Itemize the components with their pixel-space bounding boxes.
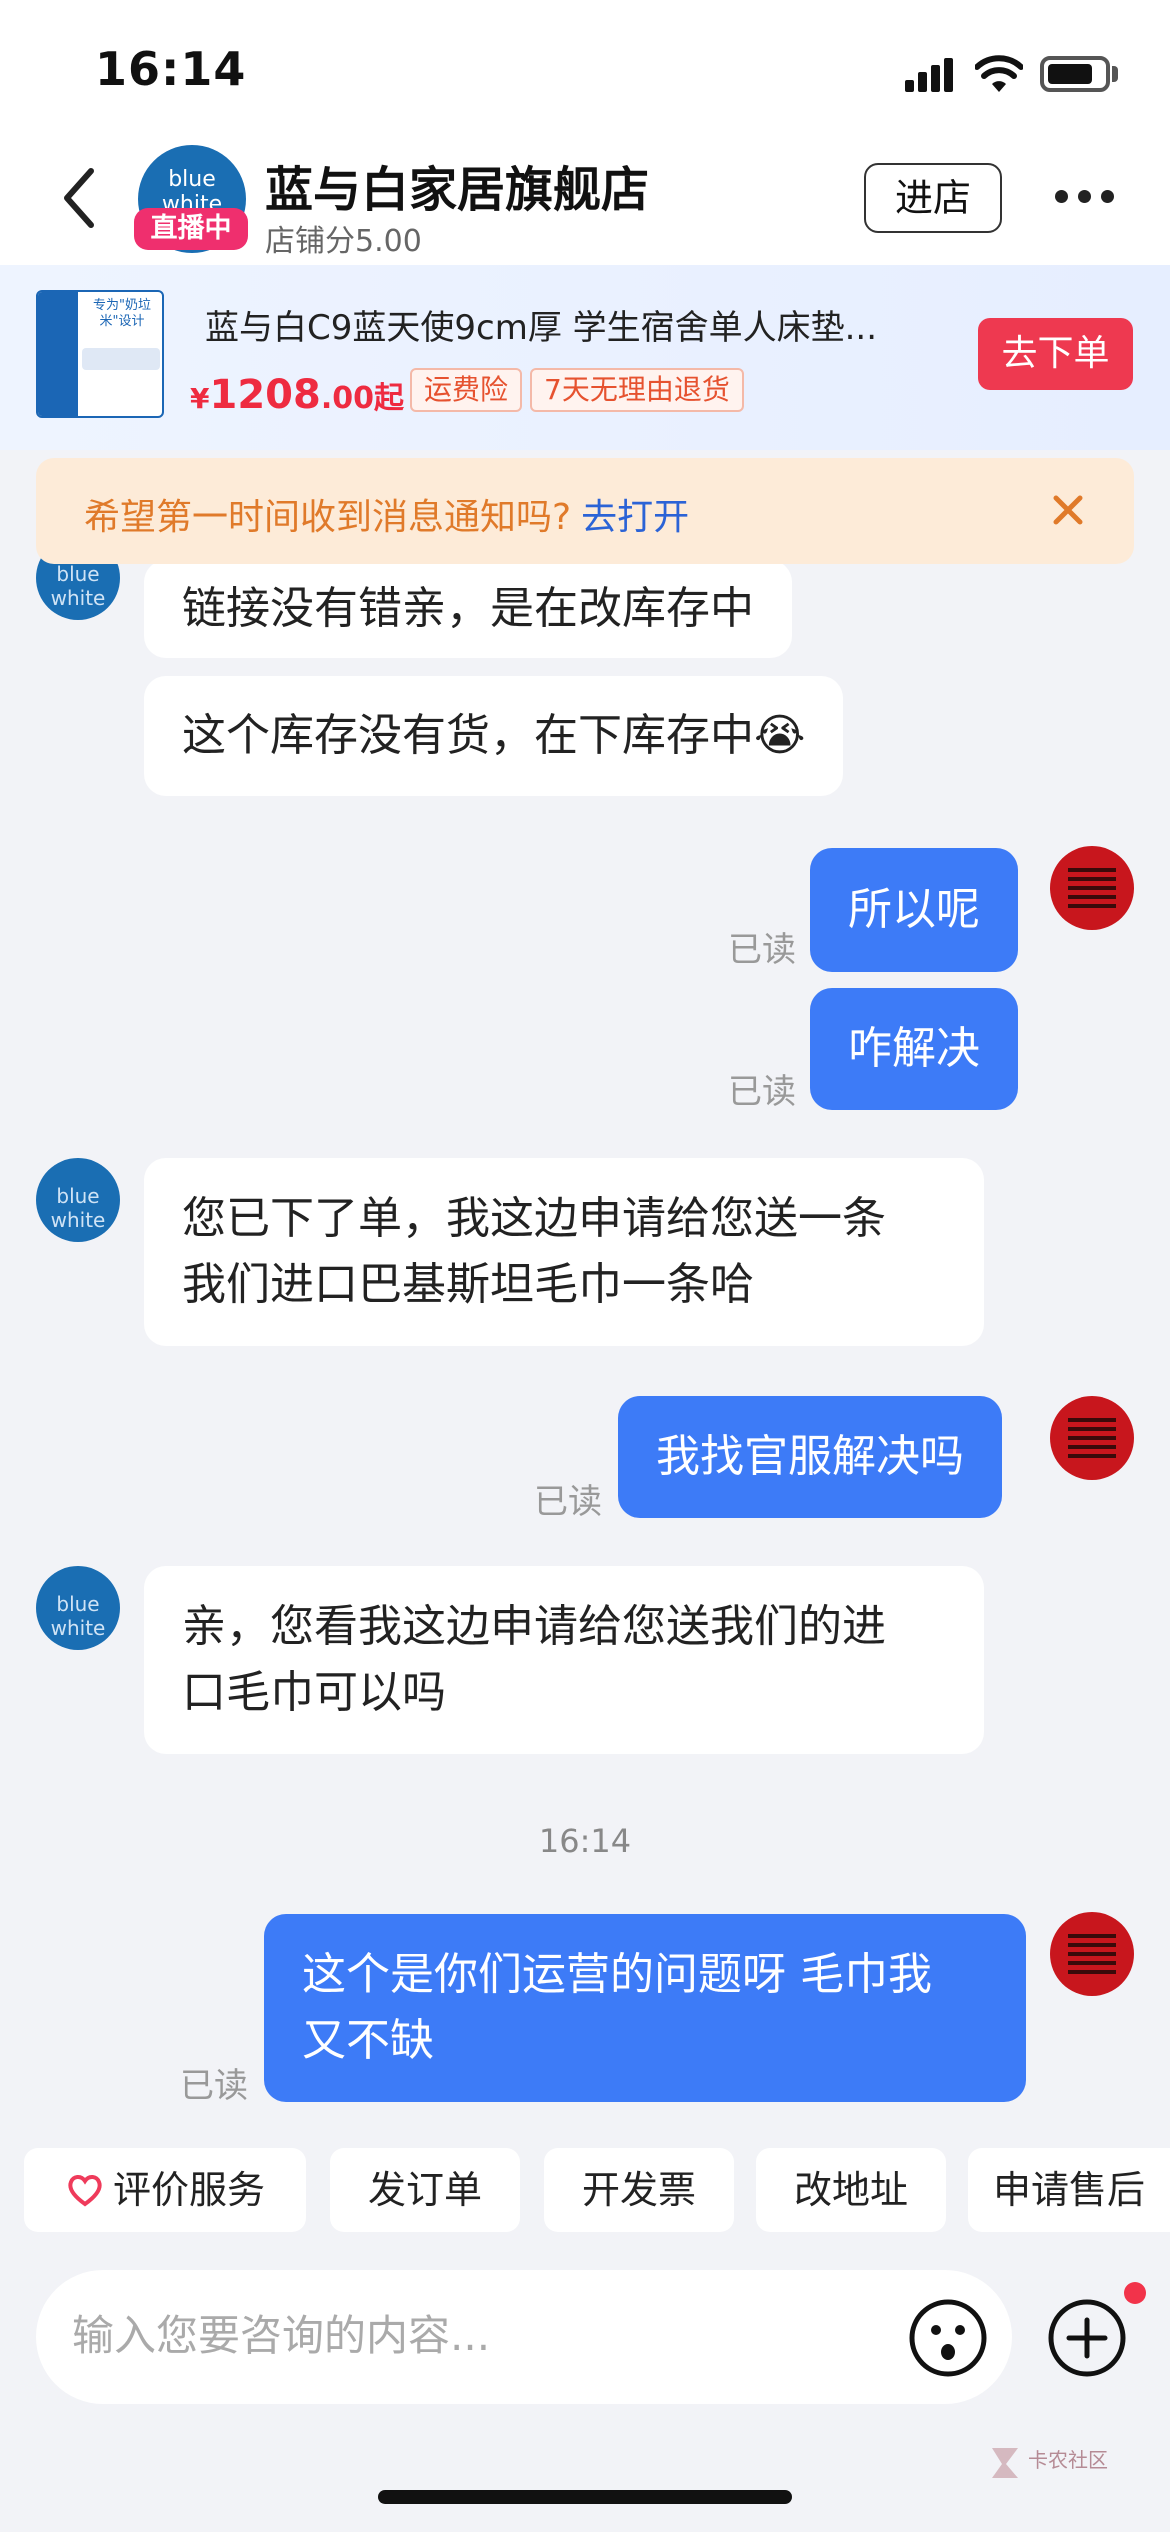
message-bubble-out[interactable]: 我找官服解决吗 [618, 1396, 1002, 1518]
issue-invoice-button[interactable]: 开发票 [544, 2148, 734, 2232]
product-thumbnail[interactable]: 专为"奶垃米"设计 [36, 290, 164, 418]
emoji-icon[interactable] [906, 2296, 990, 2380]
after-sales-button[interactable]: 申请售后 [968, 2148, 1170, 2232]
read-status: 已读 [728, 1072, 796, 1112]
shop-score: 店铺分5.00 [265, 224, 422, 259]
message-line: 这个是你们运营的问题呀 毛巾我 [302, 1949, 932, 2000]
shop-avatar-small[interactable]: blue white [36, 1158, 120, 1242]
message-bubble-in[interactable]: 您已下了单，我这边申请给您送一条 我们进口巴基斯坦毛巾一条哈 [144, 1158, 984, 1346]
read-status: 已读 [180, 2066, 248, 2106]
plus-icon[interactable] [1045, 2296, 1129, 2380]
time-divider: 16:14 [538, 1822, 632, 1860]
product-title[interactable]: 蓝与白C9蓝天使9cm厚 学生宿舍单人床垫... [205, 300, 905, 349]
user-avatar[interactable] [1050, 1912, 1134, 1996]
product-thumb-text: 专为"奶垃米"设计 [93, 298, 151, 329]
notification-dot [1124, 2282, 1146, 2304]
message-line: 口毛巾可以吗 [182, 1667, 446, 1718]
message-bubble-in[interactable]: 亲，您看我这边申请给您送我们的进 口毛巾可以吗 [144, 1566, 984, 1754]
read-status: 已读 [728, 930, 796, 970]
notification-text: 希望第一时间收到消息通知吗? 去打开 [84, 497, 690, 538]
place-order-button[interactable]: 去下单 [978, 318, 1133, 390]
more-icon[interactable] [1055, 190, 1115, 206]
watermark: 卡农社区 [988, 2440, 1148, 2490]
tag-return-policy: 7天无理由退货 [530, 368, 744, 412]
message-bubble-in[interactable]: 链接没有错亲，是在改库存中 [144, 560, 792, 658]
change-address-button[interactable]: 改地址 [756, 2148, 946, 2232]
user-avatar[interactable] [1050, 846, 1134, 930]
message-bubble-out[interactable]: 咋解决 [810, 988, 1018, 1110]
enable-notification-link[interactable]: 去打开 [581, 497, 689, 538]
shop-avatar-small[interactable]: blue white [36, 1566, 120, 1650]
status-time: 16:14 [95, 42, 247, 96]
wifi-icon [975, 55, 1023, 92]
message-line: 我们进口巴基斯坦毛巾一条哈 [182, 1259, 754, 1310]
message-input[interactable] [72, 2305, 852, 2365]
enter-store-button[interactable]: 进店 [864, 163, 1002, 233]
read-status: 已读 [534, 1482, 602, 1522]
message-bubble-out[interactable]: 所以呢 [810, 848, 1018, 972]
watermark-text: 卡农社区 [1028, 2448, 1108, 2472]
rate-service-button[interactable]: 评价服务 [24, 2148, 306, 2232]
product-price: ¥1208.00起 [190, 372, 404, 418]
rate-service-label: 评价服务 [112, 2168, 265, 2212]
user-avatar[interactable] [1050, 1396, 1134, 1480]
battery-tip [1112, 66, 1118, 82]
shop-name: 蓝与白家居旗舰店 [265, 162, 650, 218]
heart-icon [68, 2174, 102, 2206]
home-indicator[interactable] [378, 2490, 792, 2504]
message-line: 您已下了单，我这边申请给您送一条 [182, 1193, 886, 1244]
live-badge[interactable]: 直播中 [134, 208, 248, 250]
close-icon[interactable] [1048, 490, 1088, 530]
message-line: 亲，您看我这边申请给您送我们的进 [182, 1601, 886, 1652]
send-order-button[interactable]: 发订单 [330, 2148, 520, 2232]
back-icon[interactable] [55, 163, 105, 233]
signal-icon [905, 58, 955, 92]
message-bubble-in[interactable]: 这个库存没有货，在下库存中😭 [144, 676, 844, 796]
message-bubble-out[interactable]: 这个是你们运营的问题呀 毛巾我 又不缺 [264, 1914, 1026, 2102]
tag-freight-insurance: 运费险 [410, 368, 523, 412]
battery-icon [1040, 56, 1110, 92]
message-line: 又不缺 [302, 2015, 434, 2066]
